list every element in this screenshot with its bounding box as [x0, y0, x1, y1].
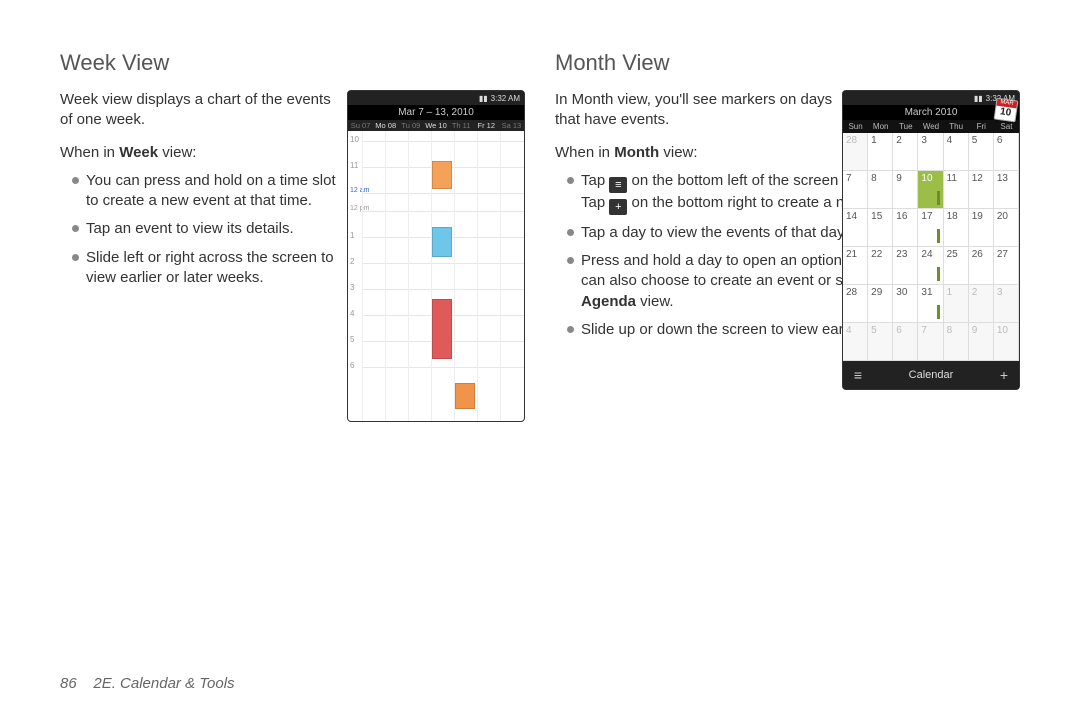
- month-day-cell[interactable]: 4: [944, 133, 969, 171]
- calendar-toolbar: ≡ Calendar +: [843, 361, 1019, 389]
- calendar-event: [432, 227, 452, 257]
- flip-calendar-icon: MAR 10: [994, 98, 1019, 123]
- menu-icon: ≡: [609, 177, 627, 193]
- month-title-strip: March 2010 MAR 10: [843, 105, 1019, 120]
- page-number: 86: [60, 675, 77, 692]
- month-day-cell[interactable]: 2: [969, 285, 994, 323]
- month-day-cell[interactable]: 24: [918, 247, 943, 285]
- month-day-cell[interactable]: 21: [843, 247, 868, 285]
- month-day-cell[interactable]: 7: [843, 171, 868, 209]
- list-item: Tap an event to view its details.: [72, 219, 340, 239]
- month-day-cell[interactable]: 14: [843, 209, 868, 247]
- calendar-event: [432, 161, 452, 189]
- event-marker: [937, 191, 940, 205]
- month-weekday-header: Sun Mon Tue Wed Thu Fri Sat: [843, 120, 1019, 133]
- month-day-cell[interactable]: 5: [868, 323, 893, 361]
- plus-icon: +: [609, 199, 627, 215]
- month-day-cell[interactable]: 9: [969, 323, 994, 361]
- month-day-cell[interactable]: 8: [944, 323, 969, 361]
- month-view-heading: Month View: [555, 50, 1020, 76]
- calendar-event: [455, 383, 475, 409]
- month-day-cell[interactable]: 13: [994, 171, 1019, 209]
- month-day-cell[interactable]: 28: [843, 285, 868, 323]
- event-marker: [937, 305, 940, 319]
- month-day-cell[interactable]: 28: [843, 133, 868, 171]
- month-day-cell[interactable]: 30: [893, 285, 918, 323]
- add-event-button[interactable]: +: [989, 361, 1019, 389]
- month-day-cell[interactable]: 1: [944, 285, 969, 323]
- month-day-cell[interactable]: 22: [868, 247, 893, 285]
- month-day-cell[interactable]: 29: [868, 285, 893, 323]
- month-day-cell[interactable]: 19: [969, 209, 994, 247]
- month-day-cell[interactable]: 17: [918, 209, 943, 247]
- month-day-cell[interactable]: 8: [868, 171, 893, 209]
- month-day-cell[interactable]: 27: [994, 247, 1019, 285]
- month-day-cell[interactable]: 3: [918, 133, 943, 171]
- status-bar: ▮▮ 3:32 AM: [843, 91, 1019, 105]
- agenda-button[interactable]: ≡: [843, 361, 873, 389]
- month-day-cell[interactable]: 3: [994, 285, 1019, 323]
- month-title: March 2010: [905, 107, 958, 118]
- month-day-cell[interactable]: 18: [944, 209, 969, 247]
- month-day-cell[interactable]: 10: [994, 323, 1019, 361]
- signal-icon: ▮▮: [974, 94, 983, 103]
- month-day-cell[interactable]: 1: [868, 133, 893, 171]
- month-day-cell[interactable]: 10: [918, 171, 943, 209]
- month-day-cell[interactable]: 5: [969, 133, 994, 171]
- month-grid: 2812345678910111213141516171819202122232…: [843, 133, 1019, 361]
- week-grid: 10 11 12 am 12 pm 1 2 3 4 5 6: [348, 131, 524, 421]
- month-day-cell[interactable]: 25: [944, 247, 969, 285]
- list-item: Slide left or right across the screen to…: [72, 248, 340, 289]
- week-day-header: Su 07 Mo 08 Tu 09 We 10 Th 11 Fr 12 Sa 1…: [348, 120, 524, 131]
- week-view-intro: Week view displays a chart of the events…: [60, 90, 340, 131]
- month-day-cell[interactable]: 16: [893, 209, 918, 247]
- calendar-event: [432, 299, 452, 359]
- page-footer: 86 2E. Calendar & Tools: [60, 675, 235, 692]
- signal-icon: ▮▮: [479, 94, 488, 103]
- status-bar: ▮▮ 3:32 AM: [348, 91, 524, 105]
- week-view-screenshot: ▮▮ 3:32 AM Mar 7 – 13, 2010 Su 07 Mo 08 …: [347, 90, 525, 422]
- month-day-cell[interactable]: 2: [893, 133, 918, 171]
- month-day-cell[interactable]: 12: [969, 171, 994, 209]
- month-day-cell[interactable]: 4: [843, 323, 868, 361]
- month-day-cell[interactable]: 9: [893, 171, 918, 209]
- month-day-cell[interactable]: 6: [893, 323, 918, 361]
- status-time: 3:32 AM: [491, 94, 520, 103]
- event-marker: [937, 267, 940, 281]
- list-item: You can press and hold on a time slot to…: [72, 171, 340, 212]
- month-day-cell[interactable]: 15: [868, 209, 893, 247]
- month-day-cell[interactable]: 23: [893, 247, 918, 285]
- month-day-cell[interactable]: 6: [994, 133, 1019, 171]
- month-day-cell[interactable]: 26: [969, 247, 994, 285]
- toolbar-label: Calendar: [873, 369, 989, 381]
- month-day-cell[interactable]: 11: [944, 171, 969, 209]
- month-view-intro: In Month view, you'll see markers on day…: [555, 90, 835, 131]
- month-day-cell[interactable]: 20: [994, 209, 1019, 247]
- month-view-screenshot: ▮▮ 3:32 AM March 2010 MAR 10 Sun Mon Tue…: [842, 90, 1020, 390]
- week-view-bullets: You can press and hold on a time slot to…: [60, 171, 340, 288]
- event-marker: [937, 229, 940, 243]
- week-view-heading: Week View: [60, 50, 525, 76]
- month-day-cell[interactable]: 7: [918, 323, 943, 361]
- section-title: 2E. Calendar & Tools: [93, 675, 234, 692]
- month-day-cell[interactable]: 31: [918, 285, 943, 323]
- week-title: Mar 7 – 13, 2010: [348, 105, 524, 120]
